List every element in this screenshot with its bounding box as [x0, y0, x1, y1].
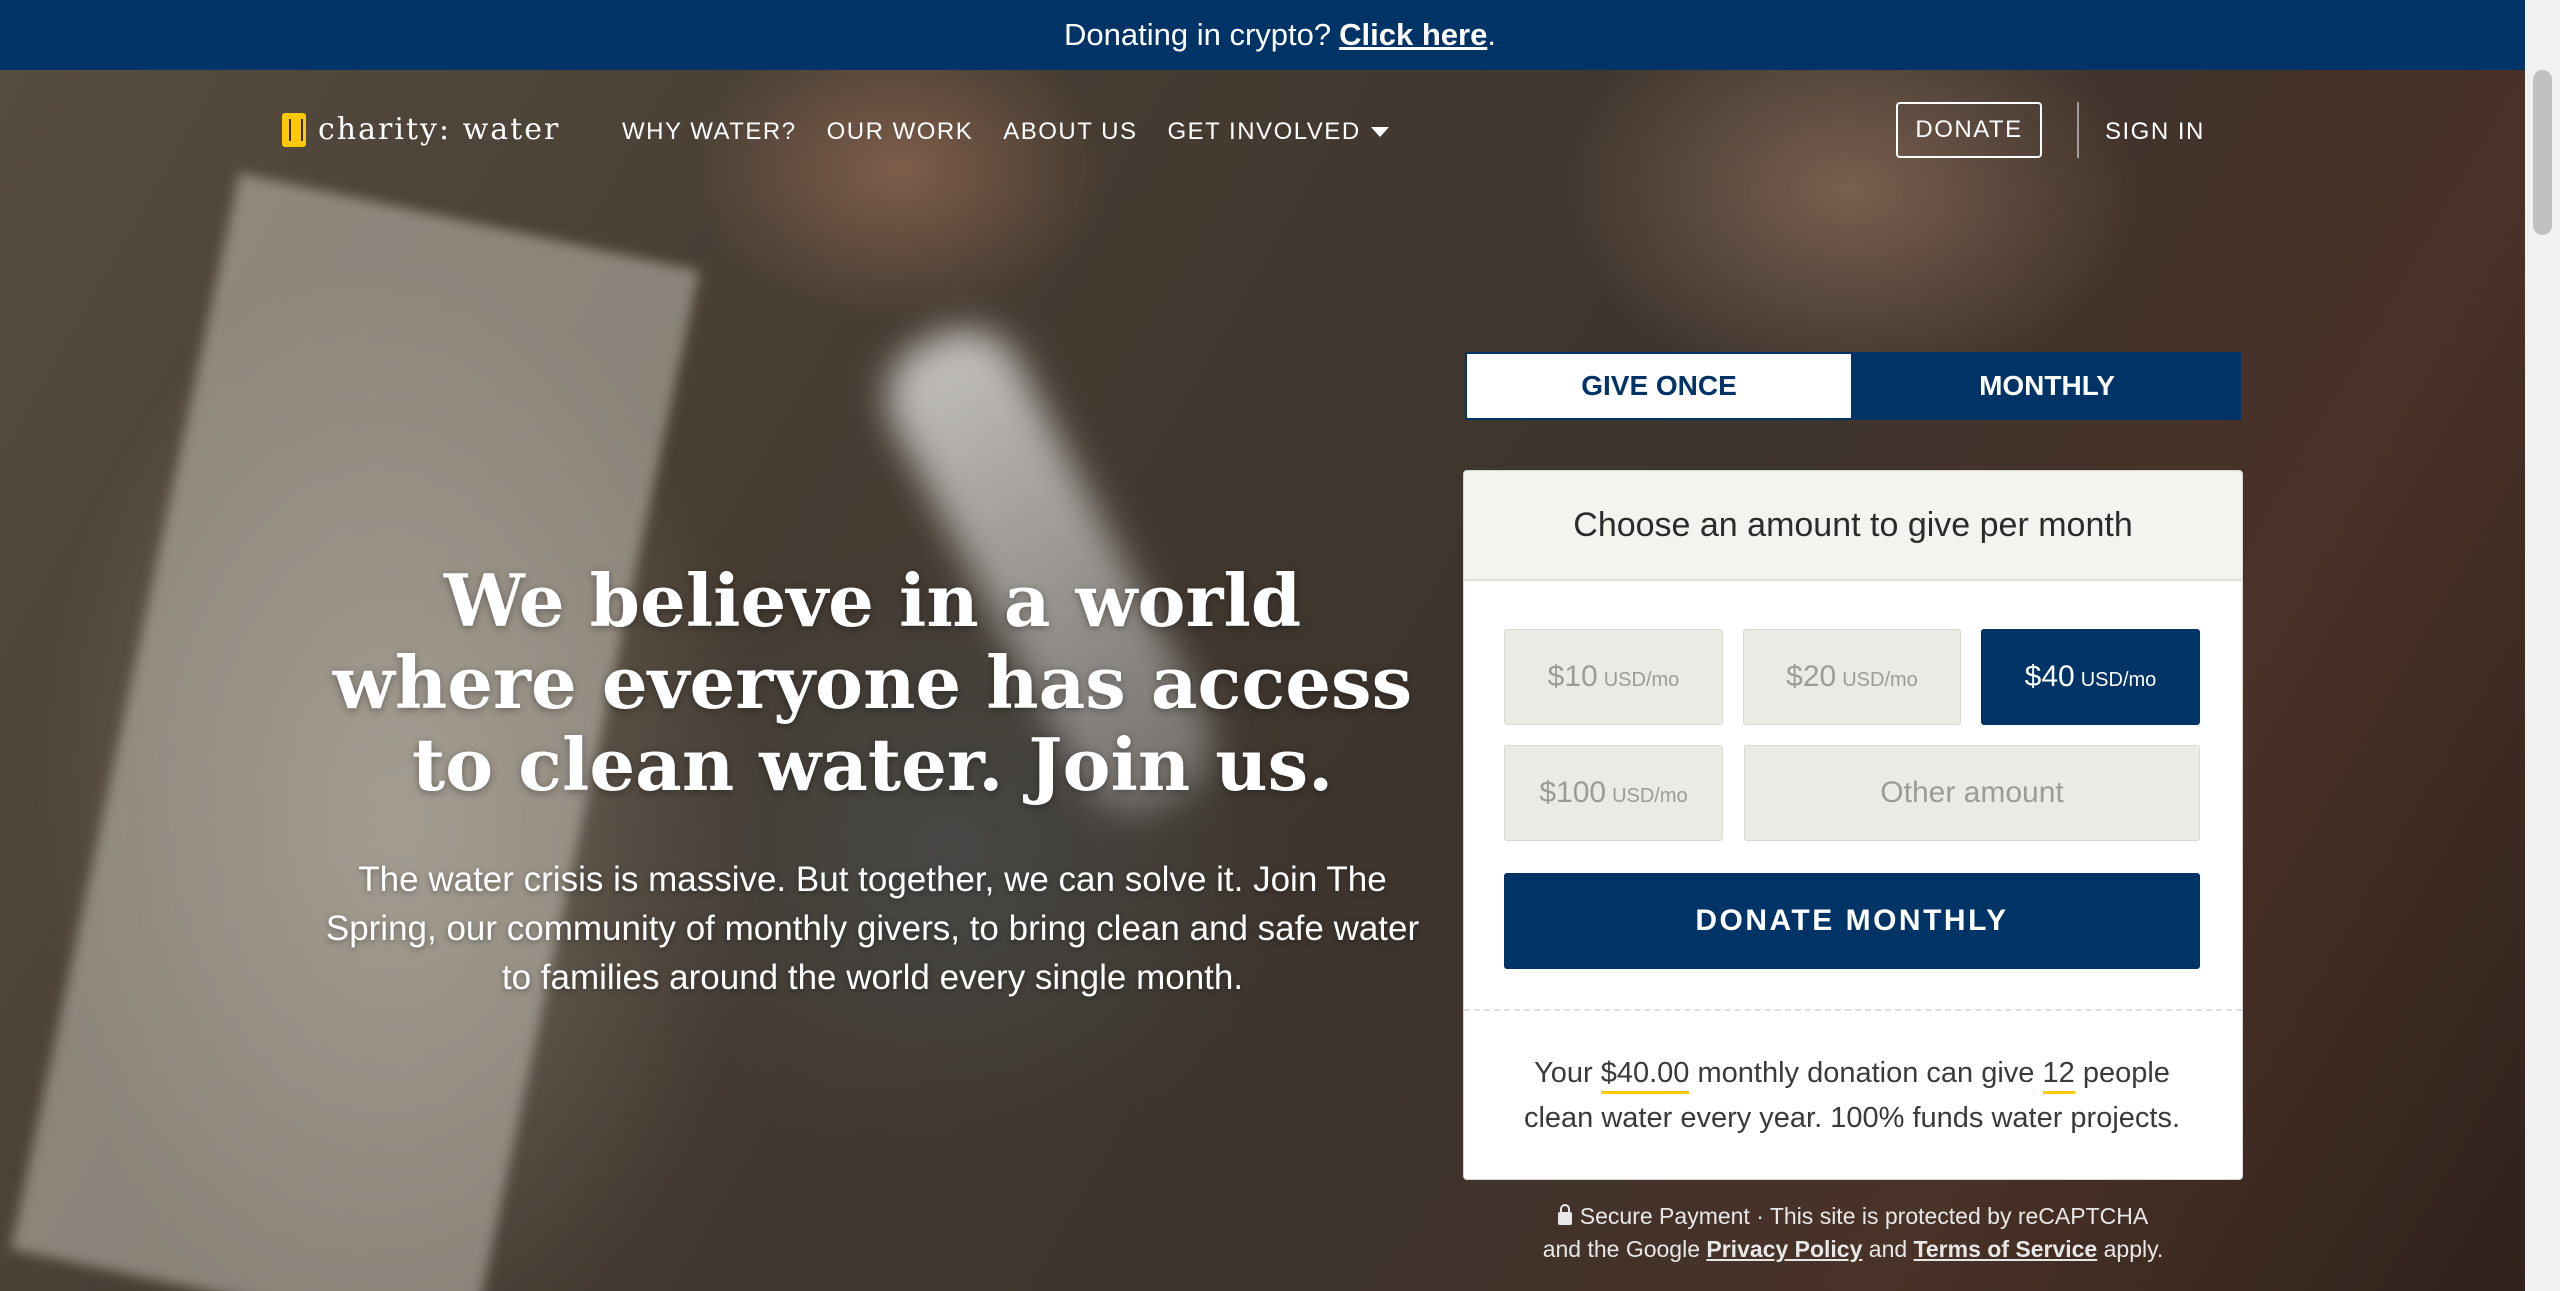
banner-click-here-link[interactable]: Click here: [1339, 17, 1487, 53]
amount-value: $20: [1786, 660, 1837, 693]
impact-people-count: 12: [2042, 1057, 2075, 1094]
privacy-policy-link[interactable]: Privacy Policy: [1706, 1236, 1862, 1262]
logo[interactable]: charity: water: [282, 112, 560, 147]
impact-amount: $40.00: [1600, 1057, 1690, 1094]
logo-text: charity: water: [318, 112, 561, 147]
monthly-tab[interactable]: MONTHLY: [1853, 352, 2241, 420]
banner-text: Donating in crypto?: [1064, 17, 1332, 52]
nav-divider: [2077, 102, 2079, 158]
form-header: Choose an amount to give per month: [1464, 471, 2242, 581]
amount-unit: USD/mo: [1842, 668, 1918, 691]
donate-monthly-button[interactable]: DONATE MONTHLY: [1504, 873, 2200, 969]
jerrycan-logo-icon: [282, 112, 306, 147]
hero-headline: We believe in a world where everyone has…: [332, 558, 1413, 807]
amount-unit: USD/mo: [1603, 668, 1680, 691]
amount-unit: USD/mo: [1612, 784, 1688, 807]
amount-unit: USD/mo: [2080, 668, 2157, 691]
amount-value: $10: [1547, 660, 1598, 693]
frequency-toggle: GIVE ONCE MONTHLY: [1465, 352, 2241, 420]
nav-get-involved[interactable]: GET INVOLVED: [1167, 118, 1389, 146]
nav-our-work[interactable]: OUR WORK: [827, 118, 974, 146]
amount-option-40[interactable]: $40 USD/mo: [1981, 629, 2200, 725]
divider: [1464, 1009, 2242, 1011]
amount-option-10[interactable]: $10 USD/mo: [1504, 629, 1723, 725]
nav-links: WHY WATER? OUR WORK ABOUT US GET INVOLVE…: [622, 118, 1389, 146]
nav-donate-button[interactable]: DONATE: [1896, 102, 2042, 158]
nav-why-water[interactable]: WHY WATER?: [622, 118, 797, 146]
page-scrollbar[interactable]: [2525, 0, 2560, 1291]
secure-line-1: Secure Payment · This site is protected …: [1579, 1203, 2149, 1229]
nav-about-us[interactable]: ABOUT US: [1003, 118, 1137, 146]
impact-message: Your $40.00 monthly donation can give 12…: [1523, 1057, 2181, 1134]
amount-value: $100: [1539, 776, 1607, 809]
amount-option-20[interactable]: $20 USD/mo: [1743, 629, 1961, 725]
main-nav: charity: water WHY WATER? OUR WORK ABOUT…: [0, 70, 2525, 192]
other-amount-input[interactable]: Other amount: [1744, 745, 2200, 841]
sign-in-link[interactable]: SIGN IN: [2105, 118, 2205, 146]
hero-subtext: The water crisis is massive. But togethe…: [325, 860, 1420, 997]
amount-option-100[interactable]: $100 USD/mo: [1504, 745, 1723, 841]
give-once-tab[interactable]: GIVE ONCE: [1465, 352, 1853, 420]
crypto-banner: Donating in crypto? Click here .: [0, 0, 2560, 70]
terms-of-service-link[interactable]: Terms of Service: [1914, 1236, 2098, 1262]
secure-payment-note: Secure Payment · This site is protected …: [1542, 1203, 2164, 1262]
lock-icon: [1557, 1204, 1572, 1225]
chevron-down-icon: [1370, 127, 1389, 137]
donation-form: Choose an amount to give per month $10 U…: [1463, 470, 2243, 1180]
amount-value: $40: [2024, 660, 2075, 693]
nav-get-involved-label: GET INVOLVED: [1167, 118, 1361, 145]
banner-suffix: .: [1487, 17, 1496, 52]
scrollbar-thumb[interactable]: [2533, 70, 2552, 235]
